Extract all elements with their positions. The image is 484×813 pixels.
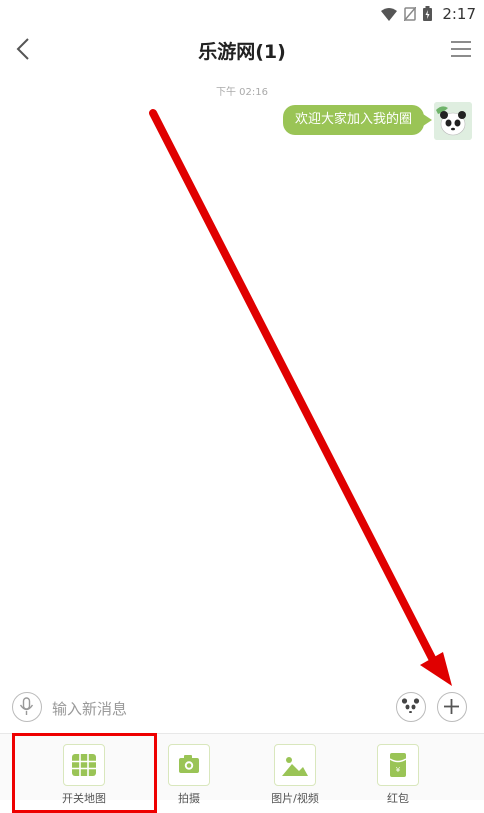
no-sim-icon bbox=[404, 6, 416, 21]
svg-text:¥: ¥ bbox=[396, 766, 401, 774]
message-bubble[interactable]: 欢迎大家加入我的圈 bbox=[282, 105, 424, 135]
image-video-button[interactable]: 图片/视频 bbox=[255, 744, 335, 806]
status-icons bbox=[381, 6, 432, 21]
attachment-panel: 开关地图 拍摄 图片/视频 ¥ 红包 bbox=[0, 734, 484, 805]
message-input[interactable] bbox=[50, 694, 384, 724]
microphone-glyph-icon bbox=[19, 697, 34, 715]
toggle-map-button[interactable]: 开关地图 bbox=[44, 744, 124, 806]
chat-title: 乐游网(1) bbox=[198, 41, 286, 63]
image-video-label: 图片/视频 bbox=[271, 792, 319, 805]
status-time: 2:17 bbox=[442, 5, 476, 23]
plus-glyph-icon bbox=[444, 699, 459, 714]
wifi-icon bbox=[381, 7, 397, 21]
emoji-icon[interactable] bbox=[396, 692, 426, 722]
grid-icon bbox=[63, 744, 105, 786]
status-bar: 2:17 bbox=[0, 0, 484, 28]
battery-charging-icon bbox=[423, 6, 432, 21]
red-packet-label: 红包 bbox=[387, 792, 409, 805]
red-packet-button[interactable]: ¥ 红包 bbox=[358, 744, 438, 806]
chat-header: 乐游网(1) bbox=[0, 28, 484, 72]
message-timestamp: 下午 02:16 bbox=[216, 87, 268, 98]
red-packet-icon: ¥ bbox=[377, 744, 419, 786]
message-input-bar bbox=[0, 688, 484, 732]
avatar[interactable] bbox=[434, 102, 472, 140]
image-icon bbox=[274, 744, 316, 786]
microphone-icon[interactable] bbox=[12, 692, 42, 722]
panda-avatar-icon bbox=[434, 102, 472, 140]
menu-icon[interactable] bbox=[448, 36, 474, 62]
camera-button[interactable]: 拍摄 bbox=[149, 744, 229, 806]
camera-label: 拍摄 bbox=[178, 792, 200, 805]
panda-face-icon bbox=[401, 698, 420, 713]
camera-icon bbox=[168, 744, 210, 786]
bubble-tail bbox=[423, 114, 432, 126]
toggle-map-label: 开关地图 bbox=[62, 792, 106, 805]
plus-icon[interactable] bbox=[437, 692, 467, 722]
